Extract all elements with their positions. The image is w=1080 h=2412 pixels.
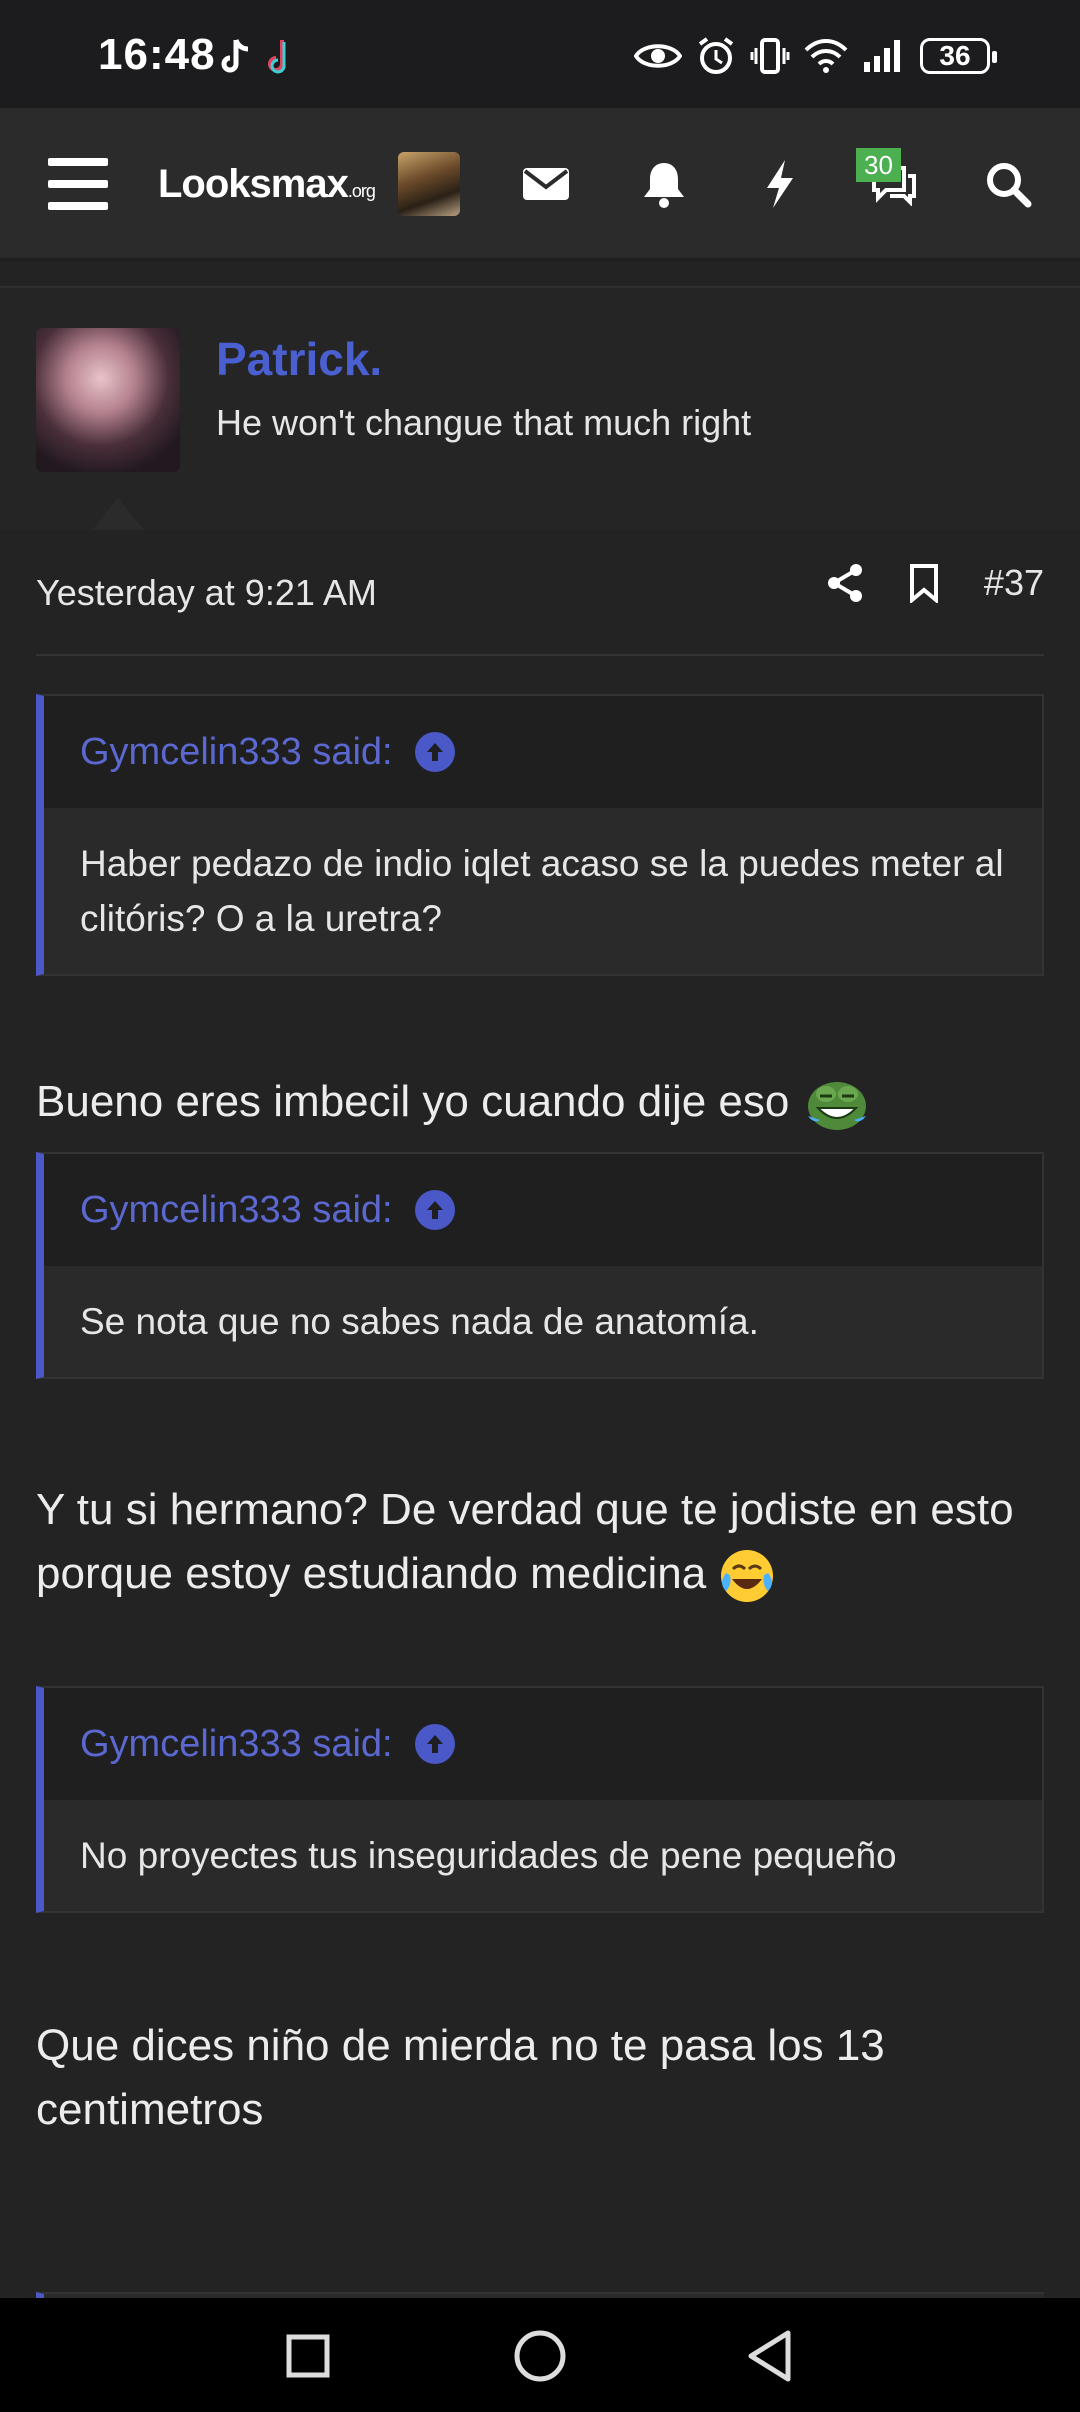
menu-icon[interactable] bbox=[48, 158, 108, 210]
search-icon[interactable] bbox=[980, 156, 1036, 212]
arrow-up-icon[interactable] bbox=[414, 1190, 455, 1230]
bolt-icon[interactable] bbox=[752, 156, 808, 212]
mail-icon[interactable] bbox=[518, 156, 574, 212]
quote-author[interactable]: Gymcelin333 said: bbox=[80, 731, 393, 774]
eye-icon bbox=[634, 44, 682, 68]
system-nav-bar bbox=[0, 2298, 1080, 2412]
wifi-icon bbox=[804, 39, 848, 73]
quote-author[interactable]: Gymcelin333 said: bbox=[80, 1723, 393, 1766]
quote-header[interactable]: Gymcelin333 said: bbox=[44, 696, 1042, 808]
reply-text: Que dices niño de mierda no te pasa los … bbox=[36, 2021, 885, 2134]
quote-author[interactable]: Gymcelin333 said: bbox=[80, 1189, 393, 1232]
member-avatar[interactable] bbox=[36, 328, 180, 472]
bell-icon[interactable] bbox=[636, 156, 692, 212]
status-bar: 16:48 36 bbox=[0, 0, 1080, 108]
bookmark-icon[interactable] bbox=[908, 563, 940, 603]
quote-block: Gymcelin333 said: Haber pedazo de indio … bbox=[36, 694, 1044, 976]
divider bbox=[36, 654, 1044, 656]
member-card: Patrick. He won't changue that much righ… bbox=[0, 286, 1080, 530]
quote-text: No proyectes tus inseguridades de pene p… bbox=[80, 1835, 897, 1876]
quote-block: Gymcelin333 said: Se nota que no sabes n… bbox=[36, 1152, 1044, 1379]
status-time: 16:48 bbox=[98, 30, 216, 79]
quote-header[interactable]: Gymcelin333 said: bbox=[44, 1154, 1042, 1266]
conversations-badge: 30 bbox=[856, 148, 901, 182]
card-pointer bbox=[92, 498, 144, 530]
post-number[interactable]: #37 bbox=[984, 562, 1044, 604]
member-name[interactable]: Patrick. bbox=[216, 332, 382, 386]
quote-text: Se nota que no sabes nada de anatomía. bbox=[80, 1301, 759, 1342]
user-avatar[interactable] bbox=[398, 152, 460, 216]
arrow-up-icon[interactable] bbox=[414, 1724, 455, 1764]
share-icon[interactable] bbox=[826, 563, 864, 603]
vibrate-icon bbox=[750, 38, 790, 74]
pepe-laugh-emoji-icon bbox=[807, 1082, 866, 1131]
signal-icon bbox=[864, 40, 900, 72]
recents-button[interactable] bbox=[276, 2324, 340, 2388]
battery-level: 36 bbox=[939, 40, 971, 71]
tiktok-icon bbox=[268, 40, 286, 74]
quote-text: Haber pedazo de indio iqlet acaso se la … bbox=[80, 843, 1004, 939]
site-logo[interactable]: Looksmax.org bbox=[158, 162, 376, 207]
reply-text: Y tu si hermano? De verdad que te jodist… bbox=[36, 1478, 1046, 1606]
tiktok-icon bbox=[221, 39, 249, 73]
quote-header[interactable]: Gymcelin333 said: bbox=[44, 1688, 1042, 1800]
app-header: Looksmax.org 30 bbox=[0, 108, 1080, 262]
tears-of-joy-emoji-icon bbox=[721, 1550, 774, 1603]
post-timestamp[interactable]: Yesterday at 9:21 AM bbox=[36, 572, 377, 614]
back-button[interactable] bbox=[738, 2324, 802, 2388]
member-status: He won't changue that much right bbox=[216, 402, 752, 443]
battery-icon: 36 bbox=[920, 38, 997, 74]
post: Yesterday at 9:21 AM #37 Gymcelin333 sai… bbox=[0, 530, 1080, 2298]
arrow-up-icon[interactable] bbox=[414, 732, 455, 772]
reply-text: Bueno eres imbecil yo cuando dije eso bbox=[36, 1070, 1046, 1134]
home-button[interactable] bbox=[508, 2324, 572, 2388]
quote-block: Gymcelin333 said: No proyectes tus inseg… bbox=[36, 1686, 1044, 1913]
alarm-icon bbox=[698, 37, 734, 74]
